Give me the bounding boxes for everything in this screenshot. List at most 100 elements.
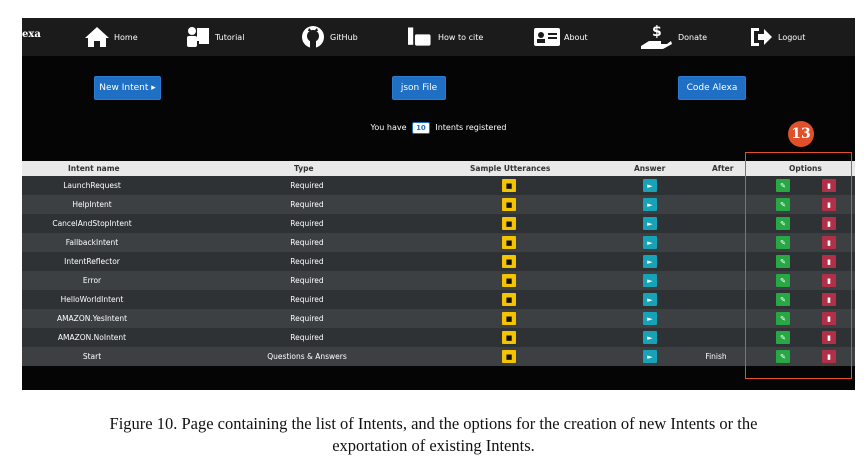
sample-utterances-button[interactable]: ■	[500, 176, 518, 195]
sample-utterances-button[interactable]: ■	[500, 309, 518, 328]
answer-button[interactable]: ►	[641, 347, 659, 366]
home-icon	[84, 24, 110, 50]
figure-caption: Figure 10. Page containing the list of I…	[0, 413, 867, 457]
sample-utterances-button[interactable]: ■	[500, 233, 518, 252]
tutorial-icon	[185, 24, 211, 50]
intent-after-cell: Finish	[705, 352, 727, 361]
intent-after-cell	[682, 195, 750, 214]
answer-button[interactable]: ►	[641, 195, 659, 214]
intent-name-cell: FallbackIntent	[65, 238, 119, 247]
intent-type-cell: Required	[290, 238, 324, 247]
app-window: exa Home Tutorial GitHub How to cite Abo…	[22, 18, 855, 390]
nav-logout[interactable]: Logout	[748, 22, 805, 52]
speech-bubble-icon: ■	[502, 236, 516, 249]
options-highlight-box	[745, 152, 852, 379]
header-type: Type	[294, 164, 314, 173]
intent-after-cell	[682, 252, 750, 271]
table-row: FallbackIntent Required ■ ► ✎ ▮	[22, 233, 855, 252]
intent-type-cell: Required	[290, 219, 324, 228]
table-row: HelloWorldIntent Required ■ ► ✎ ▮	[22, 290, 855, 309]
new-intent-button[interactable]: New Intent ▸	[94, 76, 161, 100]
intent-name-cell: Error	[82, 276, 102, 285]
speaker-icon: ►	[643, 293, 657, 306]
code-alexa-button[interactable]: Code Alexa	[678, 76, 746, 100]
intent-type-cell: Questions & Answers	[267, 352, 347, 361]
answer-button[interactable]: ►	[641, 271, 659, 290]
speaker-icon: ►	[643, 331, 657, 344]
answer-button[interactable]: ►	[641, 290, 659, 309]
table-row: HelpIntent Required ■ ► ✎ ▮	[22, 195, 855, 214]
sample-utterances-button[interactable]: ■	[500, 271, 518, 290]
speech-bubble-icon: ■	[502, 198, 516, 211]
intent-counter: You have 10 Intents registered	[22, 122, 855, 134]
answer-button[interactable]: ►	[641, 233, 659, 252]
intent-after-cell	[682, 290, 750, 309]
caption-line-2: exportation of existing Intents.	[332, 436, 535, 455]
speaker-icon: ►	[643, 274, 657, 287]
sample-utterances-button[interactable]: ■	[500, 290, 518, 309]
github-icon	[300, 24, 326, 50]
intent-after-cell	[682, 271, 750, 290]
table-row: Error Required ■ ► ✎ ▮	[22, 271, 855, 290]
sample-utterances-button[interactable]: ■	[500, 347, 518, 366]
speaker-icon: ►	[643, 179, 657, 192]
speech-bubble-icon: ■	[502, 255, 516, 268]
intent-after-cell	[682, 328, 750, 347]
logout-icon	[748, 24, 774, 50]
speaker-icon: ►	[643, 198, 657, 211]
header-answer: Answer	[634, 164, 666, 173]
intent-type-cell: Required	[290, 276, 324, 285]
speech-bubble-icon: ■	[502, 350, 516, 363]
nav-about[interactable]: About	[534, 22, 588, 52]
speech-bubble-icon: ■	[502, 217, 516, 230]
intent-after-cell	[682, 214, 750, 233]
answer-button[interactable]: ►	[641, 328, 659, 347]
nav-donate[interactable]: $ Donate	[638, 22, 707, 52]
speech-bubble-icon: ■	[502, 274, 516, 287]
nav-github[interactable]: GitHub	[300, 22, 358, 52]
nav-home-label: Home	[114, 32, 138, 42]
sample-utterances-button[interactable]: ■	[500, 214, 518, 233]
speaker-icon: ►	[643, 217, 657, 230]
intent-name-cell: AMAZON.NoIntent	[57, 333, 127, 342]
sample-utterances-button[interactable]: ■	[500, 252, 518, 271]
speech-bubble-icon: ■	[502, 179, 516, 192]
counter-prefix: You have	[370, 123, 407, 132]
intent-type-cell: Required	[290, 295, 324, 304]
sample-utterances-button[interactable]: ■	[500, 195, 518, 214]
header-after: After	[712, 164, 734, 173]
speech-bubble-icon: ■	[502, 293, 516, 306]
brand-logo[interactable]: exa	[22, 29, 41, 40]
annotation-marker: 13	[788, 121, 814, 147]
speaker-icon: ►	[643, 255, 657, 268]
speaker-icon: ►	[643, 236, 657, 249]
intent-name-cell: Start	[82, 352, 102, 361]
answer-button[interactable]: ►	[641, 252, 659, 271]
svg-text:$: $	[652, 24, 662, 40]
intent-after-cell	[682, 176, 750, 195]
about-card-icon	[534, 24, 560, 50]
nav-cite-label: How to cite	[438, 32, 484, 42]
header-intent-name: Intent name	[68, 164, 120, 173]
table-row: AMAZON.YesIntent Required ■ ► ✎ ▮	[22, 309, 855, 328]
answer-button[interactable]: ►	[641, 214, 659, 233]
intent-type-cell: Required	[290, 314, 324, 323]
table-row: LaunchRequest Required ■ ► ✎ ▮	[22, 176, 855, 195]
table-row: IntentReflector Required ■ ► ✎ ▮	[22, 252, 855, 271]
nav-tutorial-label: Tutorial	[215, 32, 245, 42]
table-row: Start Questions & Answers ■ ► Finish ✎ ▮	[22, 347, 855, 366]
intent-name-cell: AMAZON.YesIntent	[56, 314, 128, 323]
counter-suffix: Intents registered	[435, 123, 507, 132]
table-header: Intent name Type Sample Utterances Answe…	[22, 161, 855, 176]
nav-home[interactable]: Home	[84, 22, 138, 52]
intents-table: Intent name Type Sample Utterances Answe…	[22, 161, 855, 366]
json-file-button[interactable]: json File	[392, 76, 446, 100]
intent-name-cell: HelpIntent	[72, 200, 112, 209]
sample-utterances-button[interactable]: ■	[500, 328, 518, 347]
nav-tutorial[interactable]: Tutorial	[185, 22, 244, 52]
intent-name-cell: IntentReflector	[64, 257, 120, 266]
answer-button[interactable]: ►	[641, 176, 659, 195]
nav-how-to-cite[interactable]: How to cite	[408, 22, 483, 52]
answer-button[interactable]: ►	[641, 309, 659, 328]
intent-after-cell	[682, 309, 750, 328]
